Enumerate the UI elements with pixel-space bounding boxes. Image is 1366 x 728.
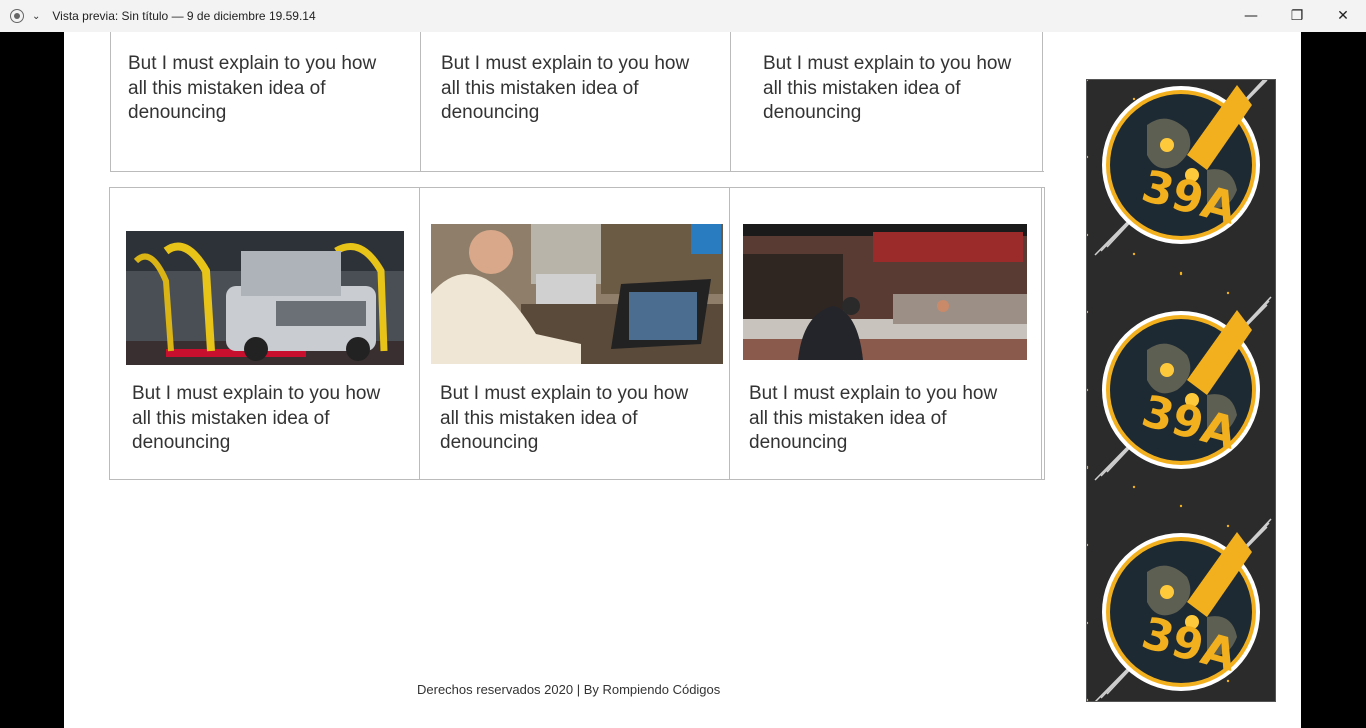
ad-star	[1132, 252, 1136, 256]
ad-star	[1132, 485, 1136, 489]
card[interactable]: But I must explain to you how all this m…	[420, 188, 730, 479]
card-text: But I must explain to you how all this m…	[128, 53, 377, 123]
ad-star	[1179, 271, 1183, 275]
close-button[interactable]: ✕	[1320, 0, 1366, 32]
ad-star	[1132, 97, 1136, 101]
sidebar-ad-banner[interactable]: 39A 39A 39A	[1085, 71, 1276, 703]
card[interactable]: But I must explain to you how all this m…	[111, 32, 421, 171]
window-title: Vista previa: Sin título — 9 de diciembr…	[52, 9, 316, 23]
card-text: But I must explain to you how all this m…	[763, 53, 1012, 123]
butcher-shop-image[interactable]	[743, 224, 1027, 360]
record-icon[interactable]	[10, 9, 24, 23]
card[interactable]: But I must explain to you how all this m…	[730, 188, 1042, 479]
ad-star	[1226, 291, 1230, 295]
man-laptop-image[interactable]	[431, 224, 723, 364]
card[interactable]: But I must explain to you how all this m…	[731, 32, 1043, 171]
car-factory-image[interactable]	[126, 231, 404, 365]
minimize-button[interactable]: —	[1228, 0, 1274, 32]
restore-button[interactable]: ❐	[1274, 0, 1320, 32]
card[interactable]: But I must explain to you how all this m…	[421, 32, 731, 171]
page-content: But I must explain to you how all this m…	[64, 32, 1301, 728]
card-row-bottom: But I must explain to you how all this m…	[109, 187, 1045, 480]
card-text: But I must explain to you how all this m…	[132, 383, 381, 453]
card-text: But I must explain to you how all this m…	[749, 383, 998, 453]
ad-star	[1226, 524, 1230, 528]
footer-text: Derechos reservados 2020 | By Rompiendo …	[417, 682, 721, 697]
ad-star	[1179, 504, 1183, 508]
card-row-top: But I must explain to you how all this m…	[110, 32, 1044, 172]
card-text: But I must explain to you how all this m…	[441, 53, 690, 123]
card-text: But I must explain to you how all this m…	[440, 383, 689, 453]
card[interactable]: But I must explain to you how all this m…	[110, 188, 420, 479]
window-titlebar: ⌄ Vista previa: Sin título — 9 de diciem…	[0, 0, 1366, 32]
chevron-down-icon[interactable]: ⌄	[32, 11, 40, 22]
